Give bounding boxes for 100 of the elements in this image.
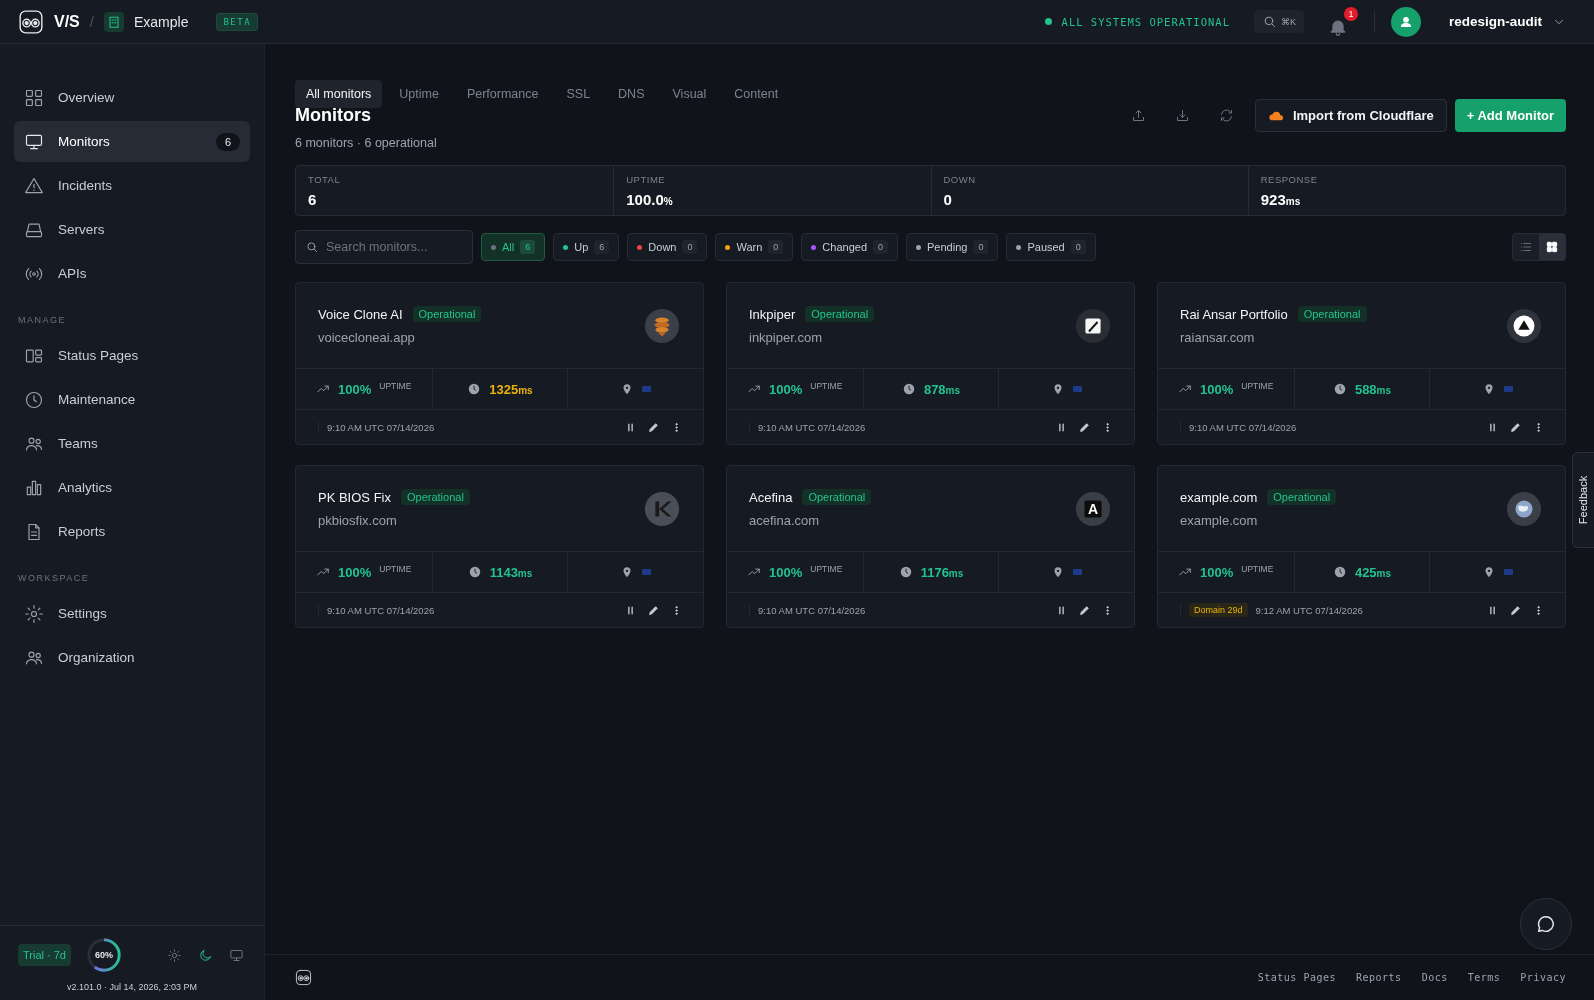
clock-icon [901, 382, 916, 396]
edit-icon[interactable] [1078, 603, 1091, 617]
monitor-card[interactable]: Voice Clone AI Operational voicecloneai.app 100% UPTIME 1325ms 9:10 AM UTC 07/14/2026 [295, 282, 704, 445]
edit-icon[interactable] [647, 603, 660, 617]
monitor-url: acefina.com [749, 513, 821, 528]
feedback-tab[interactable]: Feedback [1572, 452, 1594, 548]
stat-value: 923ms [1260, 191, 1302, 208]
monitor-url: inkpiper.com [749, 330, 823, 345]
search-field[interactable]: Search monitors... [295, 230, 473, 264]
trial-badge[interactable]: Trial · 7d [18, 944, 71, 966]
nav-item[interactable]: Servers [14, 209, 250, 250]
monitor-card[interactable]: PK BIOS Fix Operational pkbiosfix.com 100% UPTIME 1143ms 9:10 AM UTC 07/14/2026 [295, 465, 704, 628]
tab[interactable]: Content [723, 80, 790, 108]
clock-icon [467, 382, 482, 396]
tab[interactable]: Visual [661, 80, 718, 108]
site-logo [643, 489, 681, 528]
grid-view-button[interactable] [1539, 234, 1565, 260]
trend-up-icon [1178, 382, 1192, 396]
notifications-button[interactable]: 1 [1328, 6, 1358, 37]
clock-icon [467, 565, 482, 579]
tab[interactable]: SSL [555, 80, 602, 108]
list-icon [1519, 240, 1533, 254]
import-button[interactable]: Import from Cloudflare [1254, 99, 1447, 132]
owl-logo-icon[interactable] [18, 8, 44, 35]
edit-icon[interactable] [1078, 420, 1091, 434]
user-menu[interactable]: redesign-audit [1449, 14, 1566, 29]
nav-item[interactable]: Monitors 6 [14, 121, 250, 162]
filter-chip[interactable]: All 6 [481, 233, 546, 261]
filter-chip[interactable]: Warn 0 [715, 233, 794, 261]
edit-icon[interactable] [647, 420, 660, 434]
owl-logo-icon[interactable] [295, 969, 312, 986]
nav-item[interactable]: Teams [14, 423, 250, 464]
monitor-name: Inkpiper [749, 306, 796, 322]
monitor-card[interactable]: Rai Ansar Portfolio Operational raiansar.com 100% UPTIME 588ms 9:10 AM UTC 07/14/2026 [1157, 282, 1566, 445]
filter-chip[interactable]: Paused 0 [1006, 233, 1096, 261]
upload-icon[interactable] [1131, 108, 1147, 123]
nav-item[interactable]: Analytics [14, 467, 250, 508]
monitor-name: example.com [1180, 489, 1258, 505]
nav-item[interactable]: APIs [14, 253, 250, 294]
beta-badge: BETA [216, 12, 259, 31]
tab[interactable]: Uptime [388, 80, 450, 108]
footer-link[interactable]: Privacy [1520, 972, 1566, 983]
nav-item[interactable]: Status Pages [14, 335, 250, 376]
uptime-label: UPTIME [810, 381, 843, 391]
cloud-icon [1267, 109, 1285, 122]
usage-ring: 60% [85, 936, 123, 974]
site-logo [643, 306, 681, 345]
nav-item[interactable]: Maintenance [14, 379, 250, 420]
nav-item[interactable]: Incidents [14, 165, 250, 206]
nav-item[interactable]: Organization [14, 637, 250, 678]
moon-icon[interactable] [198, 947, 213, 963]
monitor-url: voicecloneai.app [318, 330, 416, 345]
site-logo: A [1074, 489, 1112, 528]
flag-icon [1073, 569, 1083, 575]
filter-chip[interactable]: Changed 0 [801, 233, 899, 261]
uptime-value: 100% [1200, 381, 1234, 397]
response-time: 1143ms [489, 564, 533, 580]
monitor-card[interactable]: example.com Operational example.com 100% UPTIME 425ms Domain 29d 9:12 AM UTC 07/14/2026 [1157, 465, 1566, 628]
site-logo [1505, 306, 1543, 345]
uptime-label: UPTIME [1241, 381, 1274, 391]
footer-link[interactable]: Terms [1467, 972, 1501, 983]
filter-chip[interactable]: Up 6 [553, 233, 620, 261]
monitor-card[interactable]: Acefina Operational acefina.com A 100% UPTIME 1176ms 9:10 AM UTC 07/14/2026 [726, 465, 1135, 628]
filter-chip[interactable]: Down 0 [627, 233, 708, 261]
clock-icon [24, 389, 44, 410]
tab[interactable]: Performance [455, 80, 550, 108]
footer-link[interactable]: Reports [1356, 972, 1402, 983]
footer-link[interactable]: Docs [1421, 972, 1448, 983]
flag-icon [1504, 569, 1514, 575]
refresh-icon[interactable] [1219, 108, 1235, 123]
sun-icon[interactable] [167, 947, 182, 963]
stat-value: 0 [943, 191, 953, 208]
monitor-card[interactable]: Inkpiper Operational inkpiper.com 100% UPTIME 878ms 9:10 AM UTC 07/14/2026 [726, 282, 1135, 445]
warning-icon [24, 175, 44, 196]
nav-item[interactable]: Overview [14, 77, 250, 118]
stat-value: 100.0% [626, 191, 674, 208]
chat-button[interactable] [1520, 898, 1572, 950]
building-icon [103, 11, 124, 32]
breadcrumb-separator: / [89, 13, 94, 30]
download-icon[interactable] [1175, 108, 1191, 123]
last-check-time: 9:10 AM UTC 07/14/2026 [758, 604, 866, 616]
monitor-name: Voice Clone AI [318, 306, 403, 322]
filter-chip[interactable]: Pending 0 [906, 233, 999, 261]
tab[interactable]: DNS [607, 80, 656, 108]
search-icon [305, 240, 319, 254]
uptime-label: UPTIME [810, 564, 843, 574]
search-button[interactable]: ⌘K [1253, 10, 1304, 33]
workspace-name[interactable]: Example [133, 13, 189, 30]
edit-icon[interactable] [1509, 420, 1522, 434]
edit-icon[interactable] [1509, 603, 1522, 617]
clock-icon [1332, 382, 1347, 396]
flag-icon [642, 569, 652, 575]
nav-item[interactable]: Settings [14, 593, 250, 634]
footer-link[interactable]: Status Pages [1257, 972, 1336, 983]
trend-up-icon [316, 382, 330, 396]
monitor-icon[interactable] [229, 947, 244, 963]
avatar[interactable] [1391, 6, 1421, 37]
nav-item[interactable]: Reports [14, 511, 250, 552]
tab[interactable]: All monitors [295, 80, 383, 108]
site-logo [1074, 306, 1112, 345]
